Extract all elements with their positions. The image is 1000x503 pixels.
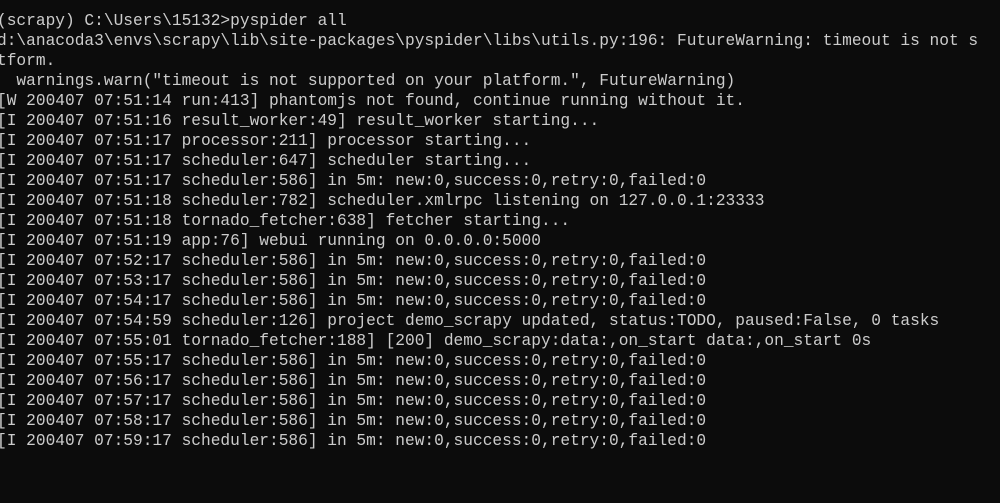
console-line: [I 200407 07:51:19 app:76] webui running… — [0, 232, 541, 250]
console-line: warnings.warn("timeout is not supported … — [0, 72, 736, 90]
console-line: [I 200407 07:51:17 scheduler:586] in 5m:… — [0, 172, 707, 190]
console-line: [I 200407 07:54:17 scheduler:586] in 5m:… — [0, 292, 707, 310]
console-line: [I 200407 07:51:18 tornado_fetcher:638] … — [0, 212, 571, 230]
console-line: [I 200407 07:51:17 processor:211] proces… — [0, 132, 532, 150]
console-line: [I 200407 07:53:17 scheduler:586] in 5m:… — [0, 272, 707, 290]
console-line: [I 200407 07:56:17 scheduler:586] in 5m:… — [0, 372, 707, 390]
console-line: [I 200407 07:59:17 scheduler:586] in 5m:… — [0, 432, 707, 450]
console-line: [I 200407 07:52:17 scheduler:586] in 5m:… — [0, 252, 707, 270]
console-line: [I 200407 07:51:18 scheduler:782] schedu… — [0, 192, 765, 210]
terminal-output[interactable]: (scrapy) C:\Users\15132>pyspider all d:\a… — [0, 11, 978, 451]
console-line: [I 200407 07:55:01 tornado_fetcher:188] … — [0, 332, 872, 350]
console-line: [I 200407 07:54:59 scheduler:126] projec… — [0, 312, 940, 330]
console-line: [I 200407 07:58:17 scheduler:586] in 5m:… — [0, 412, 707, 430]
console-line: d:\anacoda3\envs\scrapy\lib\site-package… — [0, 32, 979, 50]
console-line: [I 200407 07:51:16 result_worker:49] res… — [0, 112, 600, 130]
console-line: (scrapy) C:\Users\15132>pyspider all — [0, 12, 347, 30]
console-line: [I 200407 07:51:17 scheduler:647] schedu… — [0, 152, 532, 170]
console-line: tform. — [0, 52, 56, 70]
console-line: [I 200407 07:57:17 scheduler:586] in 5m:… — [0, 392, 707, 410]
console-line: [W 200407 07:51:14 run:413] phantomjs no… — [0, 92, 745, 110]
console-line: [I 200407 07:55:17 scheduler:586] in 5m:… — [0, 352, 707, 370]
